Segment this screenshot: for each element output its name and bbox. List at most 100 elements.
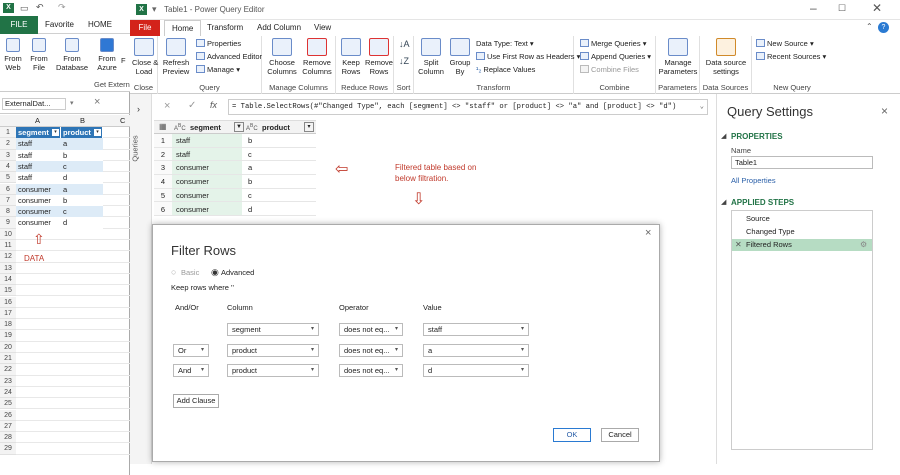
value-select-1[interactable]: staff ▾: [423, 323, 529, 336]
formula-cancel-icon[interactable]: ×: [164, 100, 170, 112]
properties-collapse-icon[interactable]: ◢: [721, 132, 726, 140]
row-number[interactable]: 3: [0, 149, 16, 161]
tab-view[interactable]: View: [314, 22, 331, 34]
use-first-row-headers-button[interactable]: Use First Row as Headers ▾: [476, 52, 580, 62]
sheet-filter-dropdown-icon[interactable]: ▾: [94, 129, 101, 136]
row-number[interactable]: 16: [0, 296, 16, 308]
grid-row[interactable]: 3 consumer a: [154, 161, 316, 176]
name-box-dropdown-icon[interactable]: ▾: [70, 99, 74, 107]
column-select-2[interactable]: product ▾: [227, 344, 319, 357]
table-menu-icon[interactable]: ▦: [159, 122, 167, 131]
collapse-ribbon-icon[interactable]: ⌃: [866, 22, 873, 31]
grid-cell[interactable]: a: [248, 161, 314, 174]
from-azure-button[interactable]: From Azure: [94, 38, 120, 72]
sort-ascending-icon[interactable]: ↓A: [399, 39, 410, 49]
row-number[interactable]: 29: [0, 443, 16, 455]
value-select-3[interactable]: d ▾: [423, 364, 529, 377]
operator-select-1[interactable]: does not eq... ▾: [339, 323, 403, 336]
row-number[interactable]: 15: [0, 285, 16, 297]
sheet-cell[interactable]: b: [61, 194, 103, 207]
data-type-dropdown[interactable]: Data Type: Text ▾: [476, 39, 534, 49]
sheet-cell[interactable]: c: [61, 160, 103, 173]
sheet-row[interactable]: [16, 421, 130, 433]
sheet-row[interactable]: [16, 410, 130, 421]
sheet-cell[interactable]: b: [61, 149, 103, 161]
formula-confirm-icon[interactable]: ✓: [188, 100, 196, 111]
grid-cell[interactable]: consumer: [176, 203, 242, 216]
sheet-row[interactable]: [16, 432, 130, 444]
row-number[interactable]: 12: [0, 251, 16, 263]
combine-files-button[interactable]: Combine Files: [580, 65, 639, 75]
sheet-row[interactable]: [16, 330, 130, 342]
refresh-preview-button[interactable]: Refresh Preview: [162, 38, 190, 76]
replace-values-button[interactable]: ¹₂ Replace Values: [476, 65, 535, 75]
split-column-button[interactable]: Split Column: [416, 38, 446, 76]
text-type-icon[interactable]: ABC: [174, 123, 186, 132]
row-number[interactable]: 6: [0, 183, 16, 195]
row-number[interactable]: 4: [0, 160, 16, 173]
sheet-row[interactable]: [16, 297, 130, 308]
row-number[interactable]: 20: [0, 341, 16, 353]
row-number[interactable]: 24: [0, 386, 16, 399]
excel-tab-file[interactable]: FILE: [0, 16, 38, 34]
sheet-cell[interactable]: staff: [16, 160, 61, 173]
tab-add-column[interactable]: Add Column: [257, 22, 301, 34]
row-number[interactable]: 10: [0, 228, 16, 240]
sheet-cell[interactable]: staff: [16, 172, 61, 184]
applied-steps-collapse-icon[interactable]: ◢: [721, 198, 726, 206]
manage-button[interactable]: Manage ▾: [196, 65, 240, 75]
row-number[interactable]: 11: [0, 240, 16, 252]
row-number[interactable]: 21: [0, 353, 16, 365]
sheet-cell[interactable]: staff: [16, 149, 61, 161]
choose-columns-button[interactable]: Choose Columns: [266, 38, 298, 76]
operator-select-2[interactable]: does not eq... ▾: [339, 344, 403, 357]
value-select-2[interactable]: a ▾: [423, 344, 529, 357]
close-load-button[interactable]: Close & Load: [132, 38, 158, 76]
minimize-icon[interactable]: –: [810, 1, 817, 15]
grid-cell[interactable]: consumer: [176, 189, 242, 202]
row-number[interactable]: 5: [0, 172, 16, 184]
close-window-icon[interactable]: ✕: [872, 1, 882, 15]
qat-dropdown-icon[interactable]: ▾: [152, 4, 157, 15]
step-source[interactable]: Source: [732, 213, 872, 225]
grid-cell[interactable]: c: [248, 189, 314, 202]
row-number[interactable]: 2: [0, 138, 16, 150]
sheet-row[interactable]: [16, 274, 130, 286]
step-changed-type[interactable]: Changed Type: [732, 226, 872, 238]
grid-header-segment[interactable]: segment: [190, 123, 221, 132]
grid-row[interactable]: 5 consumer c: [154, 189, 316, 203]
sheet-row[interactable]: [16, 285, 130, 297]
step-filtered-rows-row[interactable]: ✕ Filtered Rows ⚙: [732, 239, 872, 251]
row-number[interactable]: 7: [0, 194, 16, 207]
sheet-cell[interactable]: staff: [16, 138, 61, 150]
row-number[interactable]: 28: [0, 432, 16, 444]
all-properties-link[interactable]: All Properties: [731, 176, 776, 185]
column-header-c[interactable]: C: [120, 116, 125, 125]
group-by-button[interactable]: Group By: [446, 38, 474, 76]
grid-header-product[interactable]: product: [262, 123, 290, 132]
grid-cell[interactable]: consumer: [176, 161, 242, 174]
ok-button[interactable]: OK: [553, 428, 591, 442]
row-number[interactable]: 25: [0, 398, 16, 410]
andor-select-2[interactable]: Or ▾: [173, 344, 209, 357]
column-header-a[interactable]: A: [35, 116, 40, 125]
sheet-cell[interactable]: consumer: [16, 206, 61, 218]
basic-radio[interactable]: ○: [171, 267, 176, 277]
expand-queries-icon[interactable]: ›: [137, 104, 140, 114]
excel-sheet[interactable]: 1 2 3 4 5 6 7 8 9 10 11 12 13 14 15 16 17 18 19 20 21 22 23 24 2…: [0, 127, 130, 467]
from-database-button[interactable]: From Database: [52, 38, 92, 72]
query-name-field[interactable]: Table1: [731, 156, 873, 169]
grid-cell[interactable]: consumer: [176, 175, 242, 188]
row-number[interactable]: 17: [0, 307, 16, 320]
sort-descending-icon[interactable]: ↓Z: [399, 56, 409, 66]
close-settings-icon[interactable]: ×: [881, 104, 888, 118]
sheet-row[interactable]: [16, 263, 130, 274]
keep-rows-button[interactable]: Keep Rows: [338, 38, 364, 76]
excel-tab-favorite[interactable]: Favorite: [45, 20, 74, 29]
grid-row[interactable]: 1 staff b: [154, 134, 316, 148]
sheet-cell[interactable]: d: [61, 172, 103, 184]
row-number[interactable]: 27: [0, 420, 16, 433]
row-number[interactable]: 19: [0, 330, 16, 342]
formula-expand-icon[interactable]: ⌄: [700, 100, 704, 114]
new-source-button[interactable]: New Source ▾: [756, 39, 814, 49]
